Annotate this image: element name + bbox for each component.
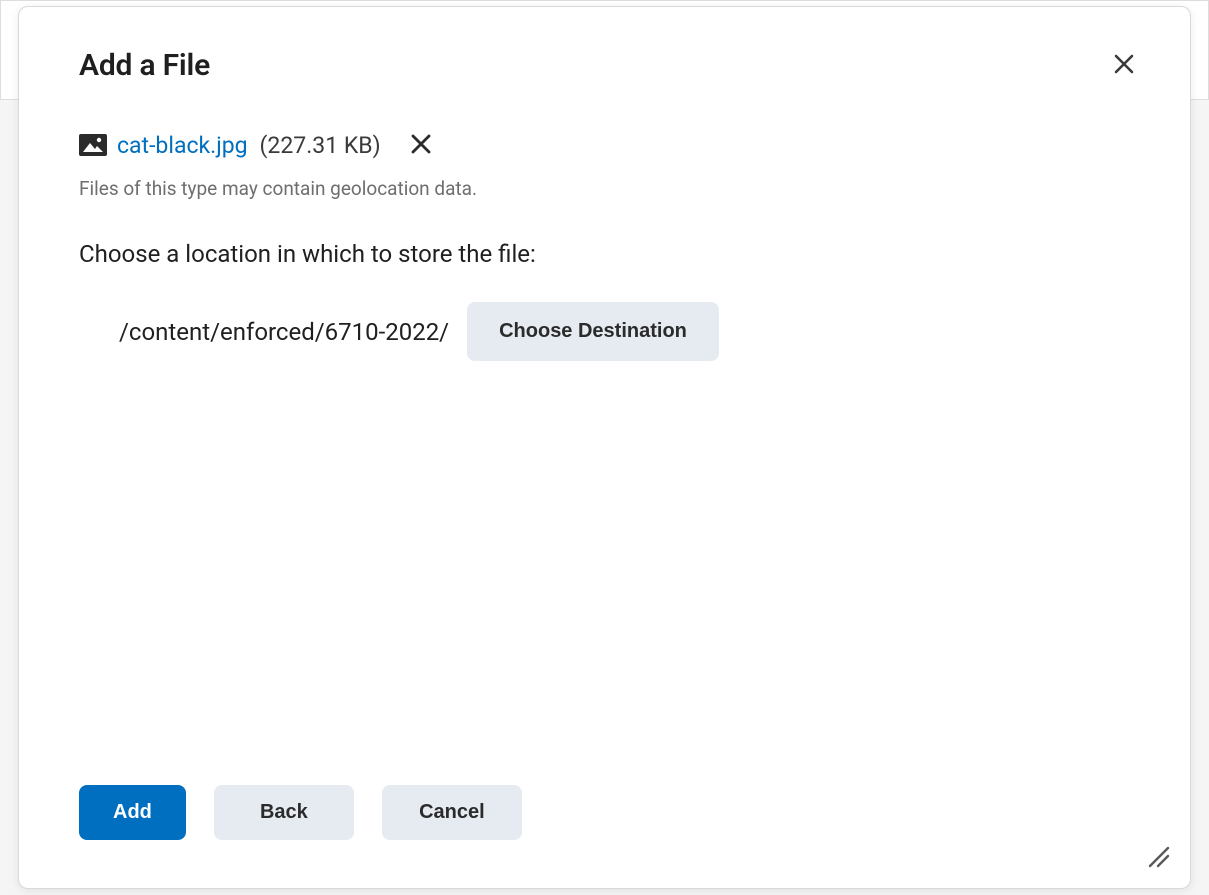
geolocation-warning: Files of this type may contain geolocati…	[79, 177, 1130, 200]
file-name-link[interactable]: cat-black.jpg	[117, 132, 248, 159]
add-file-modal: Add a File cat-black.jpg (227.31 KB)	[18, 6, 1191, 889]
file-size: (227.31 KB)	[260, 132, 381, 159]
add-button[interactable]: Add	[79, 785, 186, 840]
image-icon	[79, 134, 107, 156]
modal-header: Add a File	[19, 7, 1190, 83]
cancel-button[interactable]: Cancel	[382, 785, 522, 840]
location-prompt: Choose a location in which to store the …	[79, 240, 1130, 268]
modal-body: cat-black.jpg (227.31 KB) Files of this …	[19, 83, 1190, 765]
close-icon	[1113, 53, 1135, 78]
destination-row: /content/enforced/6710-2022/ Choose Dest…	[79, 302, 1130, 361]
destination-path: /content/enforced/6710-2022/	[119, 318, 449, 346]
modal-footer: Add Back Cancel	[19, 765, 1190, 888]
remove-icon	[410, 133, 432, 158]
remove-file-button[interactable]	[405, 129, 437, 161]
resize-icon	[1144, 853, 1170, 872]
uploaded-file-row: cat-black.jpg (227.31 KB)	[79, 129, 1130, 161]
resize-handle[interactable]	[1144, 842, 1172, 870]
back-button[interactable]: Back	[214, 785, 354, 840]
close-button[interactable]	[1106, 47, 1142, 83]
modal-title: Add a File	[79, 48, 210, 83]
choose-destination-button[interactable]: Choose Destination	[467, 302, 719, 361]
